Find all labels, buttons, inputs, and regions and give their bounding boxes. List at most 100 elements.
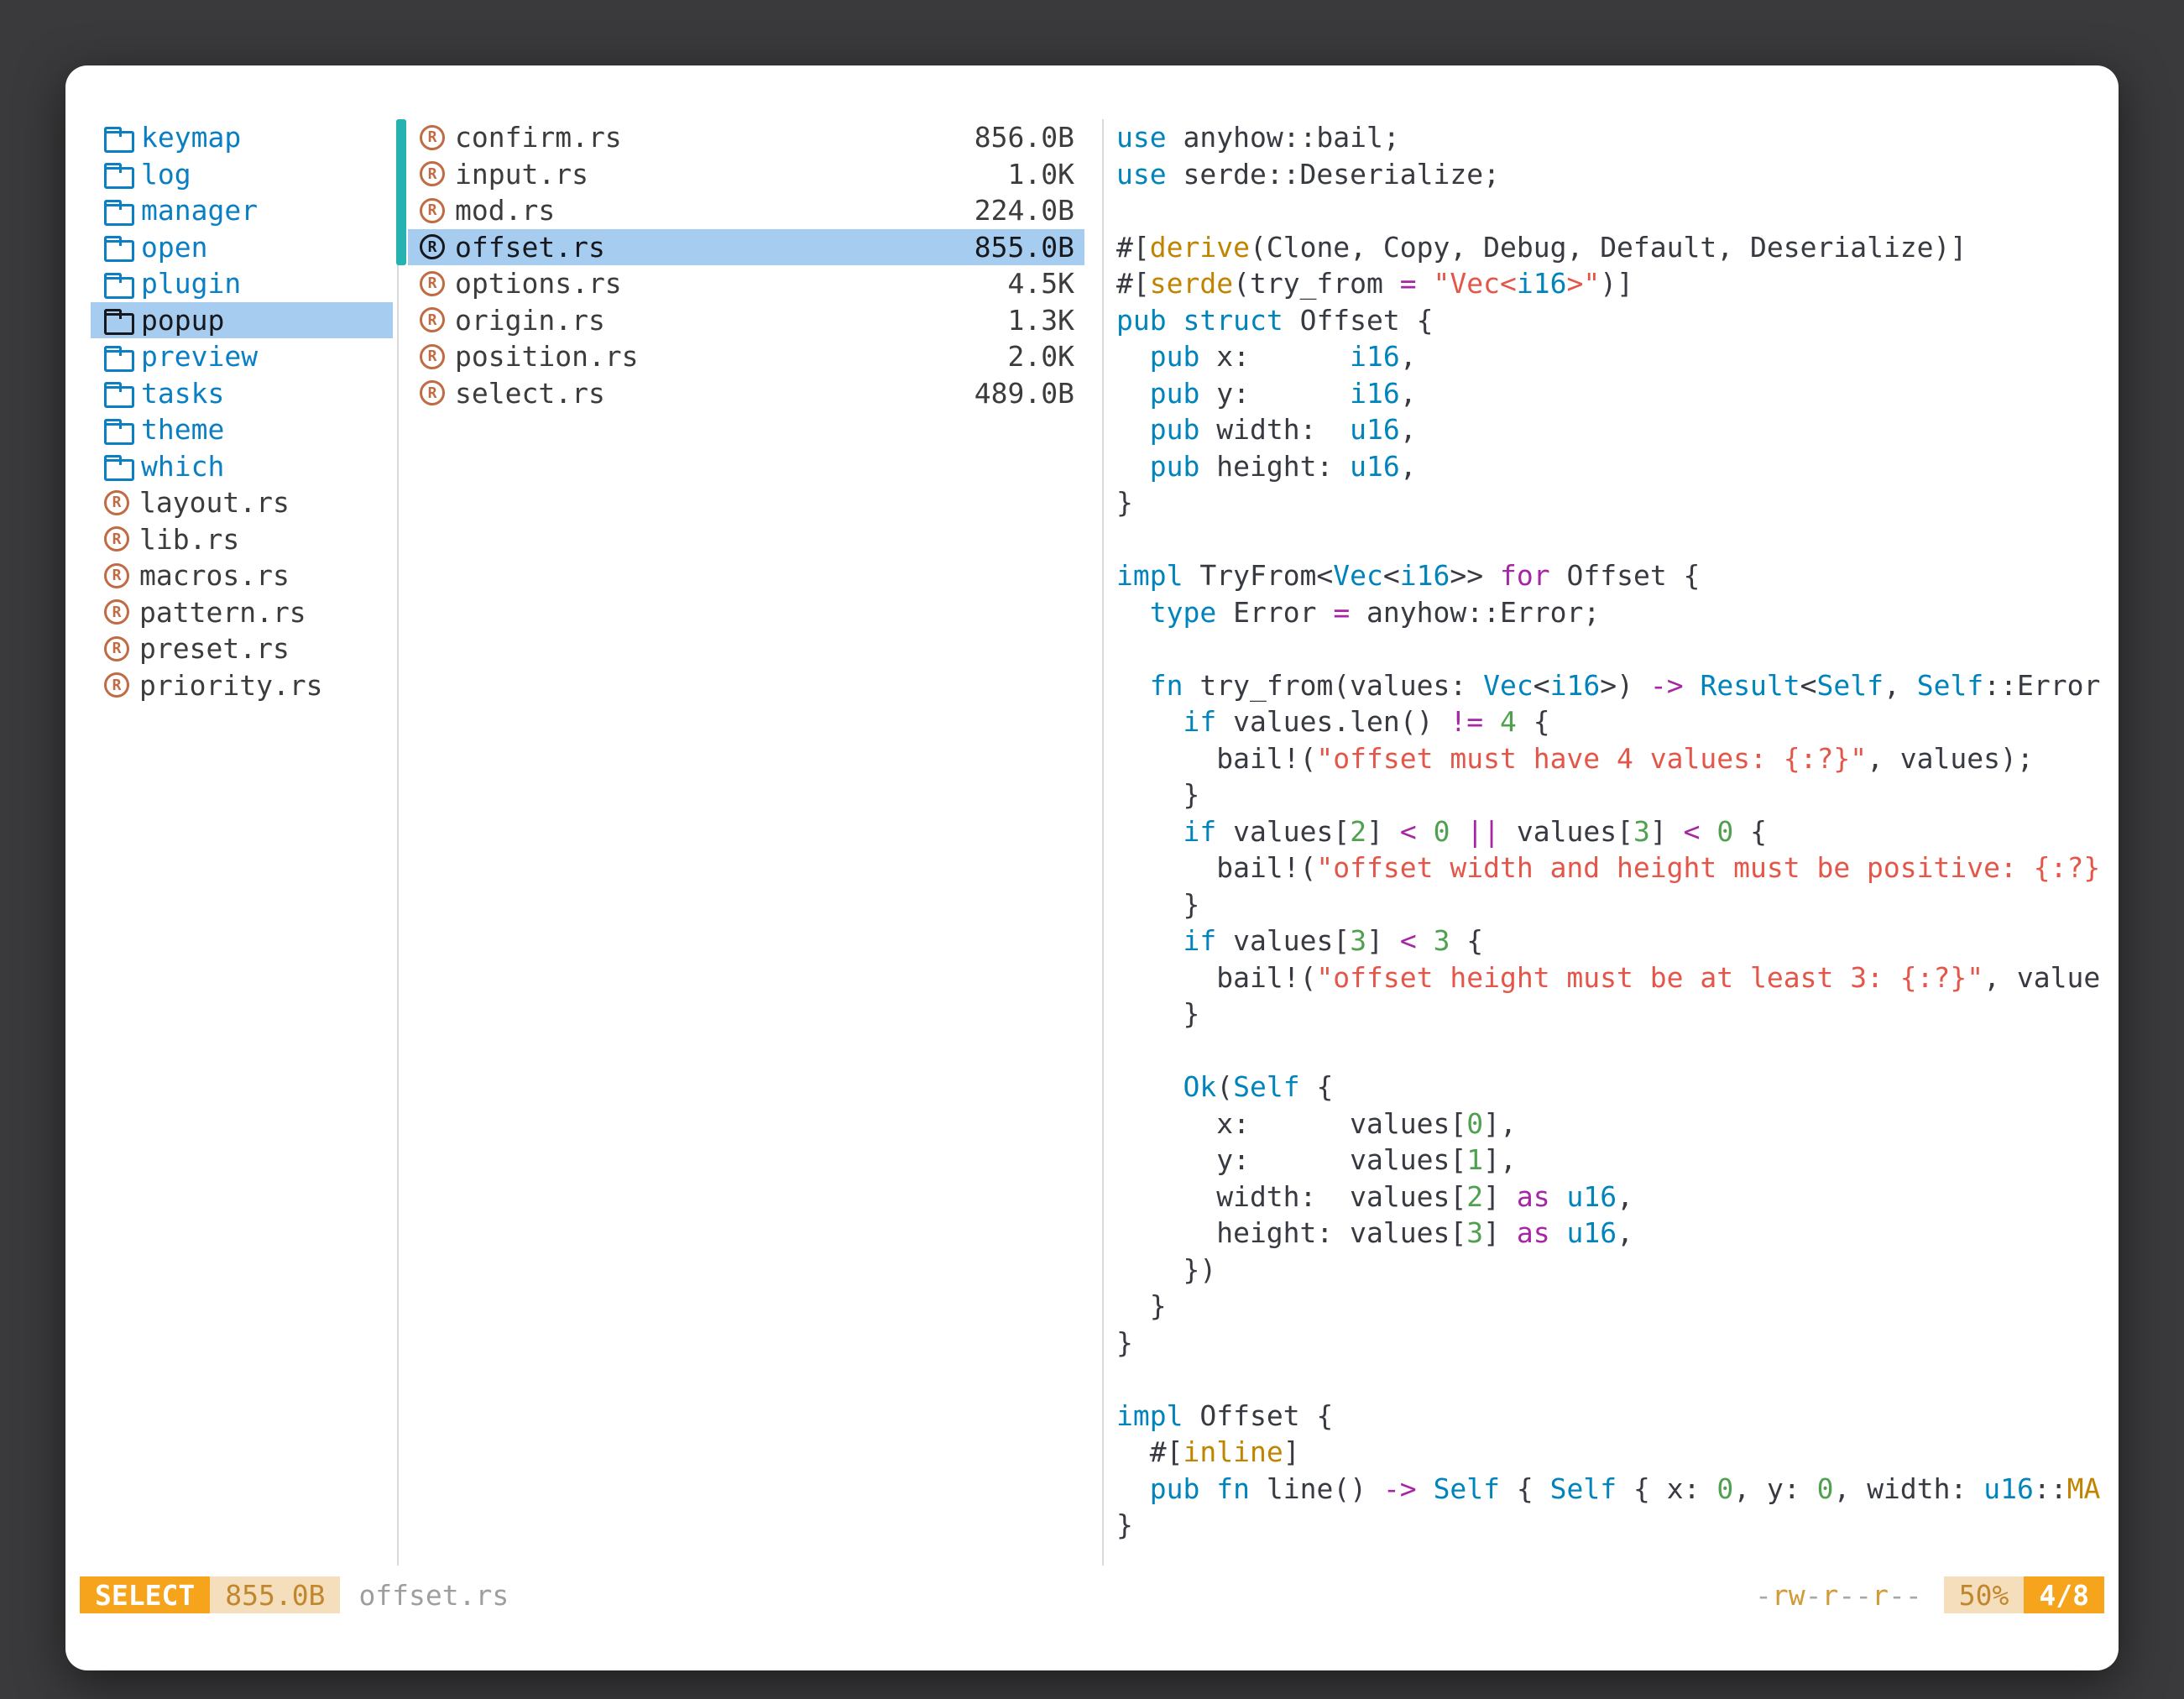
file-size: 4.5K bbox=[1008, 265, 1074, 302]
file-row-input.rs[interactable]: Rinput.rs1.0K bbox=[408, 156, 1084, 193]
code-token: Ok bbox=[1183, 1070, 1216, 1103]
code-token: { bbox=[1300, 1070, 1334, 1103]
code-line: y: values[1], bbox=[1116, 1142, 2119, 1179]
code-token: , y: bbox=[1733, 1472, 1816, 1505]
code-token: width: values[ bbox=[1116, 1180, 1466, 1213]
code-token: 2 bbox=[1466, 1180, 1483, 1213]
file-row-select.rs[interactable]: Rselect.rs489.0B bbox=[408, 375, 1084, 412]
file-row-confirm.rs[interactable]: Rconfirm.rs856.0B bbox=[408, 119, 1084, 156]
code-line bbox=[1116, 192, 2119, 229]
code-token: pub bbox=[1150, 1472, 1200, 1505]
code-token: >) bbox=[1600, 669, 1650, 702]
code-token: , width: bbox=[1833, 1472, 1983, 1505]
code-token: bail!( bbox=[1116, 961, 1316, 994]
file-row-position.rs[interactable]: Rposition.rs2.0K bbox=[408, 338, 1084, 375]
folder-icon bbox=[104, 309, 131, 331]
code-token: i16 bbox=[1400, 559, 1450, 592]
dir-row-which[interactable]: which bbox=[91, 448, 393, 485]
entry-label: priority.rs bbox=[139, 667, 323, 704]
file-size: 855.0B bbox=[974, 229, 1074, 266]
code-token: 3 bbox=[1466, 1216, 1483, 1249]
permission-token: - bbox=[1805, 1579, 1822, 1612]
code-token: height: values[ bbox=[1116, 1216, 1466, 1249]
code-token: impl bbox=[1116, 1399, 1183, 1432]
code-token: Result bbox=[1700, 669, 1800, 702]
entry-label: popup bbox=[141, 302, 224, 339]
file-row-options.rs[interactable]: Roptions.rs4.5K bbox=[408, 265, 1084, 302]
code-line: use anyhow::bail; bbox=[1116, 119, 2119, 156]
dir-row-open[interactable]: open bbox=[91, 229, 393, 266]
code-line: height: values[3] as u16, bbox=[1116, 1215, 2119, 1252]
code-line: #[inline] bbox=[1116, 1434, 2119, 1471]
folder-icon bbox=[104, 382, 131, 404]
status-right-group: -rw-r--r-- 50% 4/8 bbox=[1755, 1576, 2104, 1613]
code-token: ] bbox=[1283, 1435, 1300, 1468]
code-token: fn bbox=[1216, 1472, 1250, 1505]
code-token: as bbox=[1517, 1180, 1550, 1213]
file-row-pattern.rs[interactable]: Rpattern.rs bbox=[91, 594, 393, 631]
code-token: x: values[ bbox=[1116, 1107, 1466, 1140]
rust-file-icon: R bbox=[104, 526, 129, 552]
code-line: } bbox=[1116, 996, 2119, 1032]
dir-row-theme[interactable]: theme bbox=[91, 411, 393, 448]
code-token: 3 bbox=[1633, 815, 1650, 848]
code-token bbox=[1417, 924, 1434, 957]
code-line: impl Offset { bbox=[1116, 1398, 2119, 1435]
file-row-offset.rs[interactable]: Roffset.rs855.0B bbox=[408, 229, 1084, 266]
code-token: ] bbox=[1650, 815, 1684, 848]
code-token: )] bbox=[1600, 267, 1633, 300]
file-row-priority.rs[interactable]: Rpriority.rs bbox=[91, 667, 393, 704]
file-row-layout.rs[interactable]: Rlayout.rs bbox=[91, 484, 393, 521]
mode-badge: SELECT bbox=[80, 1576, 210, 1613]
code-token: } bbox=[1116, 888, 1199, 921]
file-row-macros.rs[interactable]: Rmacros.rs bbox=[91, 557, 393, 594]
dir-row-manager[interactable]: manager bbox=[91, 192, 393, 229]
code-line: pub fn line() -> Self { Self { x: 0, y: … bbox=[1116, 1471, 2119, 1508]
folder-icon bbox=[104, 200, 131, 222]
code-token: TryFrom< bbox=[1183, 559, 1333, 592]
folder-icon bbox=[104, 346, 131, 368]
code-token bbox=[1116, 340, 1150, 373]
code-token: < bbox=[1534, 669, 1550, 702]
permission-token: -- bbox=[1838, 1579, 1872, 1612]
code-token: if bbox=[1183, 815, 1216, 848]
code-token: u16 bbox=[1350, 413, 1400, 446]
code-token: >" bbox=[1566, 267, 1600, 300]
rust-file-icon: R bbox=[420, 344, 445, 369]
code-line: bail!("offset must have 4 values: {:?}",… bbox=[1116, 740, 2119, 777]
code-token: ] bbox=[1366, 815, 1400, 848]
file-row-origin.rs[interactable]: Rorigin.rs1.3K bbox=[408, 302, 1084, 339]
code-token: != bbox=[1450, 705, 1483, 738]
file-row-preset.rs[interactable]: Rpreset.rs bbox=[91, 630, 393, 667]
file-name: confirm.rs bbox=[455, 119, 964, 156]
file-row-lib.rs[interactable]: Rlib.rs bbox=[91, 521, 393, 558]
file-name: options.rs bbox=[455, 265, 998, 302]
code-line: pub struct Offset { bbox=[1116, 302, 2119, 339]
code-token: < bbox=[1383, 559, 1400, 592]
code-token: } bbox=[1116, 486, 1133, 519]
code-token: ], bbox=[1483, 1143, 1517, 1176]
code-token bbox=[1550, 1180, 1567, 1213]
dir-row-log[interactable]: log bbox=[91, 156, 393, 193]
cursor-position-badge: 4/8 bbox=[2024, 1576, 2104, 1613]
dir-row-popup[interactable]: popup bbox=[91, 302, 393, 339]
permission-token: rw bbox=[1772, 1579, 1805, 1612]
code-token: anyhow::Error; bbox=[1350, 596, 1600, 629]
dir-row-plugin[interactable]: plugin bbox=[91, 265, 393, 302]
code-token: "offset width and height must be positiv… bbox=[1316, 851, 2100, 884]
dir-row-preview[interactable]: preview bbox=[91, 338, 393, 375]
code-token: Vec bbox=[1333, 559, 1383, 592]
entry-label: layout.rs bbox=[139, 484, 290, 521]
code-token: i16 bbox=[1517, 267, 1567, 300]
code-line: impl TryFrom<Vec<i16>> for Offset { bbox=[1116, 557, 2119, 594]
permission-token: -- bbox=[1889, 1579, 1922, 1612]
dir-row-tasks[interactable]: tasks bbox=[91, 375, 393, 412]
dir-row-keymap[interactable]: keymap bbox=[91, 119, 393, 156]
code-token: Offset { bbox=[1283, 304, 1434, 337]
file-row-mod.rs[interactable]: Rmod.rs224.0B bbox=[408, 192, 1084, 229]
selection-marker-bar bbox=[396, 119, 406, 265]
code-line: bail!("offset height must be at least 3:… bbox=[1116, 959, 2119, 996]
code-line: type Error = anyhow::Error; bbox=[1116, 594, 2119, 631]
code-token: u16 bbox=[1566, 1180, 1617, 1213]
code-token: u16 bbox=[1350, 450, 1400, 483]
